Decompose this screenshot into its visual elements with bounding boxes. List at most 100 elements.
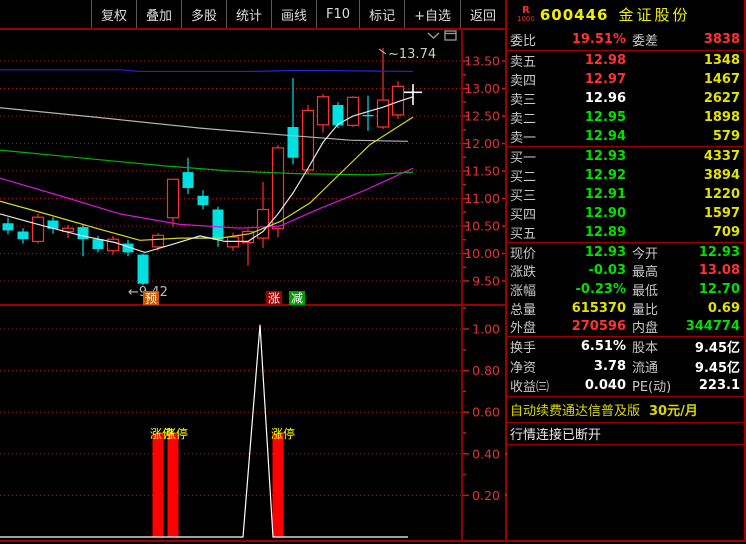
bid-row-2[interactable]: 买二 12.92 3894 bbox=[507, 166, 744, 185]
bid-row-1[interactable]: 买一 12.93 4337 bbox=[507, 147, 744, 166]
ask-price: 12.95 bbox=[584, 110, 626, 125]
candle-body-down bbox=[212, 209, 224, 240]
fin-label: 流通 bbox=[632, 360, 659, 376]
y-axis-label: 1.00 bbox=[472, 322, 500, 337]
ad-price: 30元/月 bbox=[649, 403, 698, 419]
stat-value: 0.69 bbox=[707, 300, 740, 316]
r-1000-badge: R 1000 bbox=[517, 6, 535, 23]
fin-value: 9.45亿 bbox=[694, 341, 740, 357]
y-axis-label: 0.60 bbox=[472, 405, 500, 420]
bottom-border bbox=[0, 540, 746, 542]
limit-up-label: 涨停 bbox=[271, 426, 295, 441]
stock-header: R 1000 600446 金证股份 bbox=[507, 0, 744, 29]
quote-body: 委比 19.51% 委差 3838 卖五 12.98 1348 卖四 12.97 1467 卖三 12… bbox=[507, 29, 744, 397]
stat-value: 270596 bbox=[571, 319, 626, 335]
weibi-label: 委比 bbox=[510, 34, 537, 49]
stat-label: 量比 bbox=[632, 302, 659, 318]
ask-label: 卖四 bbox=[510, 74, 537, 89]
y-axis-label: 9.50 bbox=[472, 274, 500, 289]
candle-body-down bbox=[197, 195, 209, 206]
stat-value: 615370 bbox=[571, 300, 626, 316]
candle-body-up bbox=[271, 147, 285, 230]
stat-label: 总量 bbox=[510, 302, 537, 318]
ask-qty: 1467 bbox=[703, 72, 740, 87]
weicha-label: 委差 bbox=[632, 34, 659, 49]
stat-label: 内盘 bbox=[632, 321, 659, 337]
y-axis-label: 13.00 bbox=[464, 81, 500, 96]
bid-price: 12.93 bbox=[584, 149, 626, 164]
bid-price: 12.89 bbox=[584, 225, 626, 240]
ask-row-5[interactable]: 卖五 12.98 1348 bbox=[507, 51, 744, 70]
ask-qty: 2627 bbox=[703, 91, 740, 106]
fin-row-3: 收益㈢ 0.040 PE(动) 223.1 bbox=[507, 376, 744, 396]
y-axis-label: 10.50 bbox=[464, 219, 500, 234]
bid-label: 买三 bbox=[510, 189, 537, 204]
stat-value: 12.93 bbox=[698, 244, 740, 260]
bid-row-4[interactable]: 买四 12.90 1597 bbox=[507, 204, 744, 223]
fin-value: 9.45亿 bbox=[694, 360, 740, 376]
bid-label: 买二 bbox=[510, 170, 537, 185]
ask-price: 12.97 bbox=[584, 72, 626, 87]
high-annotation: ~13.74 bbox=[388, 47, 436, 62]
bid-label: 买四 bbox=[510, 208, 537, 223]
stats-row-3: 涨幅 -0.23% 最低 12.70 bbox=[507, 280, 744, 299]
ask-row-4[interactable]: 卖四 12.97 1467 bbox=[507, 70, 744, 89]
y-axis-label: 11.00 bbox=[464, 191, 500, 206]
bid-row-5[interactable]: 买五 12.89 709 bbox=[507, 223, 744, 242]
window-icon[interactable] bbox=[444, 30, 457, 41]
stat-value: 12.93 bbox=[584, 244, 626, 260]
main-chart[interactable]: 13.50 13.00 12.50 12.00 11.50 11.00 10.50 10.00… bbox=[0, 0, 507, 544]
candle-body-up bbox=[166, 178, 180, 219]
signal-bar[interactable] bbox=[152, 433, 164, 537]
candle-body-down bbox=[137, 254, 149, 284]
subscription-ad[interactable]: 自动续费通达信普及版 30元/月 bbox=[507, 397, 744, 423]
stat-value: -0.23% bbox=[575, 281, 627, 297]
stat-value: -0.03 bbox=[588, 263, 626, 279]
y-axis-label: 12.00 bbox=[464, 136, 500, 151]
fin-row-1: 换手 6.51% 股本 9.45亿 bbox=[507, 337, 744, 357]
fin-value: 223.1 bbox=[698, 378, 740, 394]
ma-yellow bbox=[0, 116, 414, 241]
app-window: 复权 叠加 多股 统计 画线 F10 标记 +自选 返回 13.50 13.00 12.50 12.0… bbox=[0, 0, 746, 544]
signal-bar[interactable] bbox=[272, 433, 284, 537]
ask-row-1[interactable]: 卖一 12.94 579 bbox=[507, 127, 744, 146]
stat-label: 现价 bbox=[510, 246, 537, 262]
weibi-row: 委比 19.51% 委差 3838 bbox=[507, 29, 744, 50]
stat-label: 今开 bbox=[632, 246, 659, 262]
y-axis-label: 0.40 bbox=[472, 446, 500, 461]
candle-body-down bbox=[182, 172, 194, 189]
bid-levels: 买一 12.93 4337 买二 12.92 3894 买三 12.91 1220 买四 12.90… bbox=[507, 147, 744, 243]
band-badge-text: 涨 bbox=[268, 291, 280, 306]
candle-body-down bbox=[287, 127, 299, 158]
candle-body-up bbox=[376, 99, 390, 128]
stat-label: 涨跌 bbox=[510, 265, 537, 281]
stat-value: 344774 bbox=[685, 319, 740, 335]
ask-label: 卖三 bbox=[510, 93, 537, 108]
ma-gray bbox=[0, 107, 409, 142]
stock-name: 金证股份 bbox=[618, 6, 691, 24]
bid-row-3[interactable]: 买三 12.91 1220 bbox=[507, 185, 744, 204]
y-axis-label: 10.00 bbox=[464, 246, 500, 261]
weibi-section: 委比 19.51% 委差 3838 bbox=[507, 29, 744, 51]
quote-panel: R 1000 600446 金证股份 委比 19.51% 委差 3838 卖五 12.98… bbox=[507, 0, 744, 540]
stat-label: 最高 bbox=[632, 265, 659, 281]
bid-price: 12.92 bbox=[584, 168, 626, 183]
ask-levels: 卖五 12.98 1348 卖四 12.97 1467 卖三 12.96 2627 卖二 12.95… bbox=[507, 51, 744, 147]
ask-row-3[interactable]: 卖三 12.96 2627 bbox=[507, 89, 744, 108]
fin-label: 换手 bbox=[510, 341, 537, 357]
fin-value: 3.78 bbox=[593, 358, 626, 374]
signal-bar[interactable] bbox=[167, 433, 179, 537]
weibi-value: 19.51% bbox=[571, 32, 626, 47]
ask-label: 卖二 bbox=[510, 112, 537, 127]
band-badge-text: 预 bbox=[145, 292, 157, 306]
bid-qty: 709 bbox=[712, 225, 740, 240]
ma-blue bbox=[0, 69, 414, 73]
stat-value: 13.08 bbox=[698, 263, 740, 279]
candle-body-down bbox=[77, 227, 89, 240]
ask-row-2[interactable]: 卖二 12.95 1898 bbox=[507, 108, 744, 127]
candle-body-down bbox=[17, 231, 29, 240]
bid-qty: 1220 bbox=[703, 187, 740, 202]
collapse-chevron-icon[interactable] bbox=[427, 32, 440, 40]
fin-label: 股本 bbox=[632, 341, 659, 357]
fin-value: 6.51% bbox=[580, 339, 626, 355]
